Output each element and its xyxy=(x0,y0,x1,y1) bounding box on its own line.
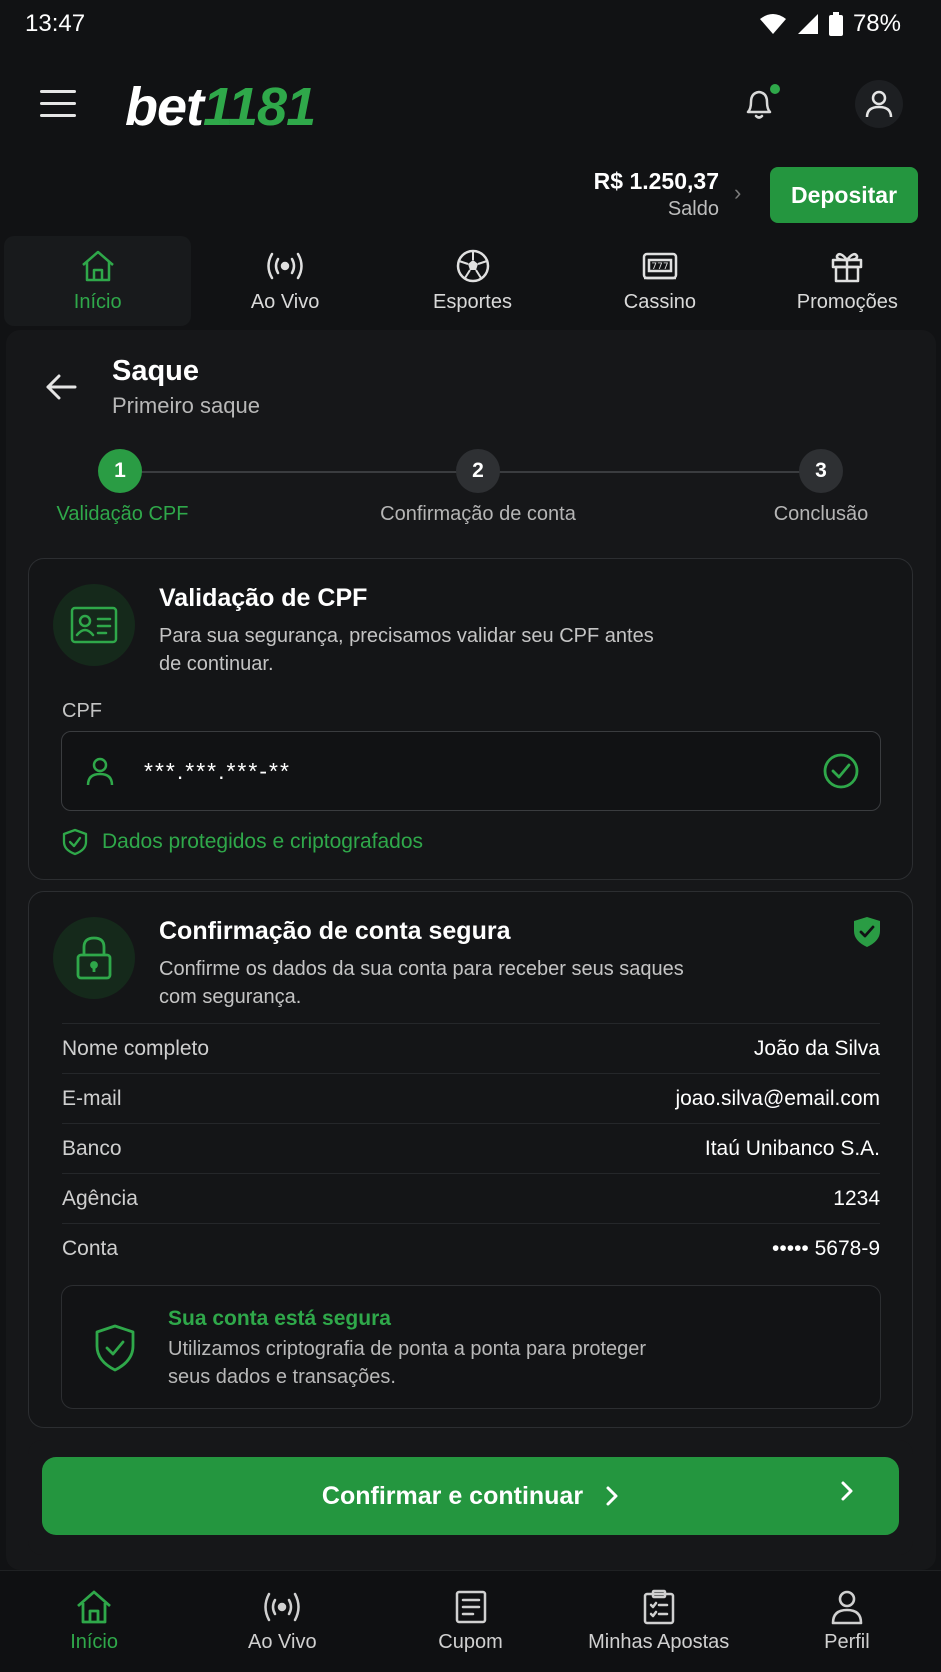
brand-logo[interactable]: bet1181 xyxy=(125,76,316,138)
bottomnav-label: Ao Vivo xyxy=(248,1631,317,1653)
status-time: 13:47 xyxy=(25,10,86,37)
step-2-circle: 2 xyxy=(456,449,500,493)
cpf-card-description: Para sua segurança, precisamos validar s… xyxy=(159,625,654,675)
wifi-icon xyxy=(759,14,786,34)
topnav-label: Cassino xyxy=(623,290,697,313)
svg-text:777: 777 xyxy=(651,262,668,272)
shield-check-icon xyxy=(94,1324,136,1377)
page-subtitle: Primeiro saque xyxy=(112,393,260,418)
bottomnav-item-perfil[interactable]: Perfil xyxy=(753,1571,941,1672)
cpf-input[interactable]: ***.***.***-** xyxy=(61,731,881,811)
info-row-name: Nome completo João da Silva xyxy=(62,1023,880,1073)
menu-icon[interactable] xyxy=(40,90,76,120)
secure-title: Sua conta está segura xyxy=(168,1307,391,1330)
back-arrow-icon[interactable] xyxy=(44,372,78,402)
bottomnav-label: Perfil xyxy=(824,1631,870,1653)
info-row-agency: Agência 1234 xyxy=(62,1173,880,1223)
topnav-item-ao-vivo[interactable]: Ao Vivo xyxy=(191,236,378,326)
info-value: 1234 xyxy=(833,1186,880,1210)
live-icon xyxy=(267,252,303,279)
info-key: Conta xyxy=(62,1236,119,1260)
clipboard-icon xyxy=(643,1589,674,1625)
lock-icon xyxy=(76,936,112,980)
verified-shield-icon xyxy=(852,916,882,953)
balance-amount: R$ 1.250,37 xyxy=(593,168,719,194)
soccer-ball-icon xyxy=(456,249,489,282)
step-3-label: Conclusão xyxy=(773,503,869,525)
account-card-description: Confirme os dados da sua conta para rece… xyxy=(159,958,684,1008)
info-row-bank: Banco Itaú Unibanco S.A. xyxy=(62,1123,880,1173)
topnav-label: Ao Vivo xyxy=(250,290,320,313)
cta-label: Confirmar e continuar xyxy=(321,1481,584,1510)
balance-display[interactable]: R$ 1.250,37 Saldo xyxy=(594,168,719,221)
user-icon xyxy=(86,757,114,786)
bottom-navigation: Início Ao Vivo Cupom Minhas Apostas Perf… xyxy=(0,1570,941,1672)
status-icons: 78% xyxy=(759,10,901,38)
home-icon xyxy=(77,1590,112,1624)
deposit-button[interactable]: Depositar xyxy=(770,167,918,223)
protected-note: Dados protegidos e criptografados xyxy=(62,828,423,856)
id-card-icon-container xyxy=(53,584,135,666)
protected-text: Dados protegidos e criptografados xyxy=(102,830,424,853)
top-navigation: Início Ao Vivo Esportes 777 Cassino Prom… xyxy=(0,236,941,326)
slot-machine-icon: 777 xyxy=(642,252,678,279)
info-key: Agência xyxy=(62,1186,138,1210)
topnav-label: Início xyxy=(73,290,122,313)
info-value: João da Silva xyxy=(753,1036,880,1060)
bottomnav-label: Cupom xyxy=(438,1631,503,1653)
confirm-continue-button[interactable]: Confirmar e continuar xyxy=(42,1457,899,1535)
user-icon xyxy=(831,1590,863,1625)
topnav-item-promocoes[interactable]: Promoções xyxy=(754,236,941,326)
step-1-circle: 1 xyxy=(98,449,142,493)
info-value: Itaú Unibanco S.A. xyxy=(704,1136,880,1160)
shield-check-icon xyxy=(62,828,88,856)
battery-level: 78% xyxy=(852,10,901,37)
info-row-email: E-mail joao.silva@email.com xyxy=(62,1073,880,1123)
step-3-circle: 3 xyxy=(799,449,843,493)
topnav-label: Esportes xyxy=(433,290,512,313)
topnav-item-cassino[interactable]: 777 Cassino xyxy=(566,236,753,326)
chevron-right-icon xyxy=(606,1486,618,1506)
info-value: joao.silva@email.com xyxy=(675,1086,880,1110)
topnav-label: Promoções xyxy=(796,290,898,313)
chevron-right-icon[interactable] xyxy=(840,1478,854,1510)
coupon-icon xyxy=(455,1590,486,1624)
step-2-label: Confirmação de conta xyxy=(380,503,576,525)
info-key: Nome completo xyxy=(62,1036,210,1060)
topnav-item-esportes[interactable]: Esportes xyxy=(379,236,566,326)
battery-icon xyxy=(828,12,843,36)
page-title: Saque xyxy=(112,355,200,387)
cpf-input-value: ***.***.***-** xyxy=(144,757,291,784)
bottomnav-item-cupom[interactable]: Cupom xyxy=(376,1571,564,1672)
info-key: Banco xyxy=(62,1136,122,1160)
bottomnav-item-minhas-apostas[interactable]: Minhas Apostas xyxy=(565,1571,753,1672)
chevron-right-icon[interactable]: › xyxy=(734,180,741,206)
secure-description: Utilizamos criptografia de ponta a ponta… xyxy=(168,1338,647,1388)
bottomnav-label: Minhas Apostas xyxy=(588,1631,730,1653)
account-card-title: Confirmação de conta segura xyxy=(159,917,511,945)
topnav-item-inicio[interactable]: Início xyxy=(4,236,192,326)
step-1-label: Validação CPF xyxy=(56,503,189,525)
bottomnav-item-ao-vivo[interactable]: Ao Vivo xyxy=(188,1571,376,1672)
bottomnav-label: Início xyxy=(70,1631,118,1653)
live-icon xyxy=(264,1592,301,1622)
lock-icon-container xyxy=(53,917,135,999)
info-key: E-mail xyxy=(62,1086,122,1110)
bottomnav-item-inicio[interactable]: Início xyxy=(0,1571,188,1672)
profile-avatar-button[interactable] xyxy=(855,80,903,128)
cpf-card-title: Validação de CPF xyxy=(159,584,368,612)
info-value: ••••• 5678-9 xyxy=(772,1236,880,1260)
user-icon xyxy=(865,90,893,118)
signal-icon xyxy=(797,14,818,34)
id-card-icon xyxy=(70,606,118,644)
info-row-account: Conta ••••• 5678-9 xyxy=(62,1223,880,1273)
cpf-field-label: CPF xyxy=(62,700,102,722)
notification-dot xyxy=(770,84,780,94)
home-icon xyxy=(81,250,114,281)
check-circle-icon xyxy=(823,753,859,789)
gift-icon xyxy=(832,252,863,282)
balance-label: Saldo xyxy=(667,198,719,220)
